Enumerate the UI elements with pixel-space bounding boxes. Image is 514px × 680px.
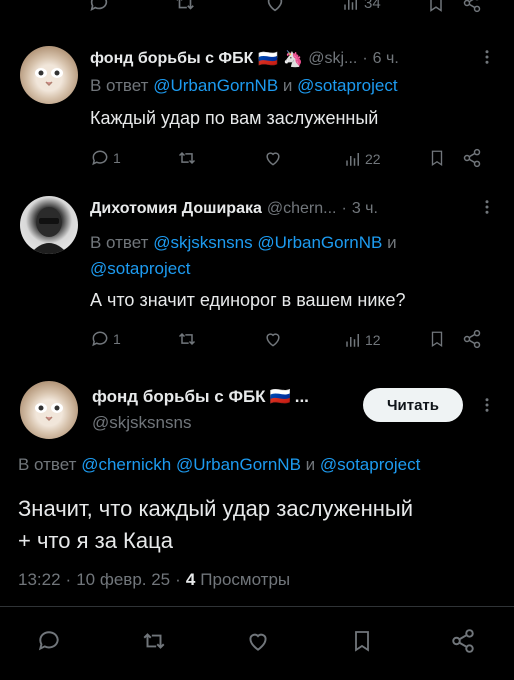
avatar[interactable] [20,381,78,439]
views-stat[interactable]: 12 [344,331,381,349]
tweet-meta: 13:22 · 10 февр. 25 · 4 Просмотры [18,570,290,590]
post-time[interactable]: 13:22 [18,570,61,590]
reply-mention[interactable]: @UrbanGornNB [153,76,278,95]
more-icon[interactable] [478,48,496,66]
reply-and: и [387,233,397,252]
bookmark-icon[interactable] [428,148,446,168]
dot-separator: · [362,50,368,67]
cat-avatar-image [35,68,63,87]
tweet1-action-bar: 1 22 [90,148,490,172]
tweet-text: А что значит единорог в вашем нике? [90,290,406,310]
tweet-text-line: + что я за Каца [18,528,173,553]
reply-context: В ответ @skjsksnsns @UrbanGornNB и @sota… [90,230,490,282]
reply-mention[interactable]: @UrbanGornNB [257,233,382,252]
reply-mention[interactable]: @UrbanGornNB [176,455,301,474]
follow-button[interactable]: Читать [363,388,463,422]
bookmark-icon[interactable] [426,0,446,14]
tweet-text: Каждый удар по вам заслуженный [90,108,379,128]
views-stat[interactable]: 22 [344,150,381,168]
cat-avatar-image [35,403,63,422]
views-count: 22 [365,151,381,167]
views-icon [342,0,360,12]
like-icon[interactable] [244,628,272,654]
reply-and: и [282,76,293,95]
reply-icon [90,148,110,168]
top-action-bar: 34 [88,0,488,16]
bookmark-icon[interactable] [428,329,446,349]
reply-mention[interactable]: @skjsksnsns [153,233,252,252]
like-icon[interactable] [264,0,286,14]
retweet-icon[interactable] [174,0,196,14]
views-icon [344,150,362,168]
post-date[interactable]: 10 февр. 25 [76,570,170,590]
reply-mention[interactable]: @sotaproject [320,455,420,474]
name-ellipsis: ... [294,387,309,406]
reply-prefix: В ответ [90,233,149,252]
more-icon[interactable] [478,396,496,414]
person-avatar-image [30,207,68,254]
reply-icon [90,329,110,349]
timestamp[interactable]: 6 ч. [373,50,399,68]
views-total: 4 [185,570,196,589]
reply-and: и [305,455,316,474]
reply-context: В ответ @chernickh @UrbanGornNB и @sotap… [18,455,514,475]
retweet-icon[interactable] [176,329,198,349]
share-icon[interactable] [462,0,482,14]
share-icon[interactable] [462,329,482,349]
reply-button[interactable]: 1 [90,329,121,349]
tweet2-action-bar: 1 12 [90,329,490,353]
avatar[interactable] [20,46,78,104]
reply-prefix: В ответ [90,76,149,95]
like-icon[interactable] [262,148,284,168]
display-name[interactable]: Дихотомия Доширака [90,200,262,218]
reply-mention[interactable]: @chernickh [81,455,171,474]
like-icon[interactable] [262,329,284,349]
reply-icon[interactable] [88,0,110,14]
flag-emoji: 🇷🇺 [258,51,279,68]
dot-separator: · [175,570,181,589]
more-icon[interactable] [478,198,496,216]
reply-count: 1 [113,150,121,166]
divider [0,606,514,607]
views-count: 34 [364,0,381,12]
reply-count: 1 [113,331,121,347]
timestamp[interactable]: 3 ч. [352,200,378,218]
views-icon [344,331,362,349]
share-icon[interactable] [462,148,482,168]
dot-separator: · [65,570,72,589]
reply-prefix: В ответ [18,455,77,474]
unicorn-emoji: 🦄 [283,51,304,68]
views-count: 12 [365,332,381,348]
tweet1-header: фонд борьбы с ФБК 🇷🇺 🦄 @skj... · 6 ч. [90,46,399,72]
main-action-bar [0,628,514,658]
reply-icon[interactable] [36,628,62,654]
reply-mention[interactable]: @sotaproject [297,76,397,95]
display-name[interactable]: фонд борьбы с ФБК [92,387,266,407]
reply-mention[interactable]: @sotaproject [90,259,190,278]
reply-context: В ответ @UrbanGornNB и @sotaproject [90,76,398,96]
dot-separator: · [341,200,347,217]
views-stat[interactable]: 34 [342,0,381,12]
retweet-icon[interactable] [140,628,168,654]
main-tweet-header: фонд борьбы с ФБК 🇷🇺 ... [92,384,309,410]
tweet-text-line: Значит, что каждый удар заслуженный [18,496,414,521]
flag-emoji: 🇷🇺 [269,387,291,406]
retweet-icon[interactable] [176,148,198,168]
handle[interactable]: @chern... [267,200,337,218]
tweet-text: Значит, что каждый удар заслуженный + чт… [18,493,498,557]
views-label: Просмотры [200,570,291,589]
display-name[interactable]: фонд борьбы с ФБК [90,50,253,68]
handle[interactable]: @skj... [308,50,357,68]
reply-button[interactable]: 1 [90,148,121,168]
avatar[interactable] [20,196,78,254]
tweet2-header: Дихотомия Доширака @chern... · 3 ч. [90,196,378,222]
handle[interactable]: @skjsksnsns [92,413,191,433]
share-icon[interactable] [450,628,476,654]
bookmark-icon[interactable] [350,628,374,654]
